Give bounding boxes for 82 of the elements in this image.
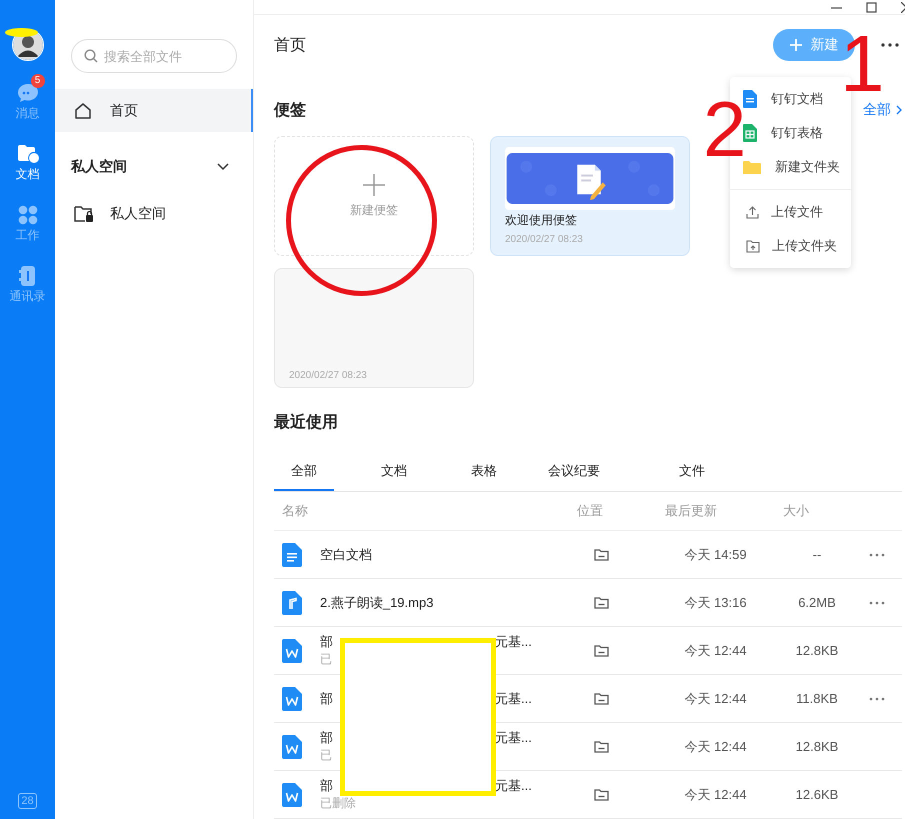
file-name[interactable]: 元基...	[495, 729, 532, 747]
file-name[interactable]: 2.燕子朗读_19.mp3	[320, 594, 434, 612]
page-title: 首页	[274, 36, 307, 56]
document-icon	[282, 542, 302, 566]
search-field[interactable]: 搜索全部文件	[71, 39, 237, 73]
section-title: 最近使用	[274, 412, 339, 433]
view-all-link[interactable]: 全部	[863, 101, 902, 119]
word-file-icon	[282, 686, 302, 710]
table-cell-text: 12.6KB	[794, 787, 840, 802]
table-cell-text: --	[812, 547, 822, 562]
file-name[interactable]: 元基...	[495, 777, 532, 795]
menu-item[interactable]: 上传文件	[730, 195, 851, 229]
file-name[interactable]: 部	[320, 690, 333, 708]
table-cell-text: 今天 12:44	[683, 642, 748, 660]
section-title: 便签	[274, 100, 306, 120]
file-name[interactable]: 部	[320, 729, 333, 747]
more-icon[interactable]	[881, 43, 899, 47]
annotation-number: 2	[703, 90, 746, 168]
word-file-icon	[282, 734, 302, 758]
table-cell-text: 今天 12:44	[683, 738, 748, 756]
table-cell-text: 今天 13:16	[683, 594, 748, 612]
nav-item[interactable]: 文档	[16, 142, 40, 183]
folder-icon	[16, 144, 38, 164]
chevron-icon	[217, 163, 229, 171]
folder-icon[interactable]	[594, 596, 609, 608]
search-icon	[84, 49, 98, 63]
file-status: 已	[320, 651, 333, 668]
music-file-icon	[282, 590, 302, 614]
sidebar-item[interactable]: 首页	[55, 89, 253, 132]
table-cell-text: 12.8KB	[794, 739, 840, 754]
chat-icon	[16, 83, 38, 103]
menu-item[interactable]: 上传文件夹	[730, 229, 851, 263]
table-cell-text: 11.8KB	[795, 691, 839, 706]
section-header[interactable]: 私人空间	[55, 132, 253, 192]
file-name[interactable]: 空白文档	[320, 546, 372, 564]
note-date: 2020/02/27 08:23	[289, 370, 368, 381]
upload-icon	[746, 206, 759, 218]
table-cell-text: 6.2MB	[797, 595, 837, 610]
plus-icon	[790, 39, 802, 51]
card-label: 新建便签	[350, 202, 398, 218]
table-cell-text: 今天 14:59	[683, 546, 748, 564]
file-status: 已删除	[320, 795, 357, 812]
folder-icon[interactable]	[594, 740, 609, 752]
note-date: 2020/02/27 08:23	[505, 234, 583, 245]
column-header: 位置	[576, 502, 604, 520]
column-header: 名称	[281, 502, 309, 520]
file-status: 已	[320, 747, 333, 764]
file-name[interactable]: 部	[320, 633, 333, 651]
folder-icon	[743, 160, 761, 174]
column-header: 最后更新	[664, 502, 718, 520]
table-cell-text: 12.8KB	[794, 643, 840, 658]
table-cell-text: 今天 12:44	[683, 786, 748, 804]
locked-folder-icon	[74, 204, 94, 222]
folder-icon[interactable]	[594, 644, 609, 656]
home-icon	[74, 102, 92, 120]
chevron-icon	[896, 105, 902, 115]
sidebar-item[interactable]: 私人空间	[55, 192, 253, 235]
spreadsheet-icon	[743, 124, 757, 142]
document-icon	[743, 90, 757, 108]
file-name[interactable]: 元基...	[495, 633, 532, 651]
folder-upload-icon	[746, 240, 760, 252]
filter-tab[interactable]: 会议纪要	[544, 453, 604, 491]
maximize-icon[interactable]	[866, 2, 877, 12]
contacts-icon	[18, 266, 36, 286]
word-file-icon	[282, 782, 302, 806]
filter-tab[interactable]: 全部	[274, 453, 334, 491]
note-card[interactable]: 欢迎使用便签 2020/02/27 08:23	[490, 136, 690, 256]
word-file-icon	[282, 638, 302, 662]
grid-icon	[18, 205, 38, 225]
filter-tab[interactable]: 表格	[454, 453, 514, 491]
plus-icon	[363, 174, 385, 196]
filter-tab[interactable]: 文档	[364, 453, 424, 491]
table-cell-text: 今天 12:44	[683, 690, 748, 708]
folder-icon[interactable]	[594, 692, 609, 704]
filter-tab[interactable]: 文件	[662, 453, 722, 491]
column-header: 大小	[782, 502, 810, 520]
unread-badge: 5	[30, 74, 44, 88]
folder-icon[interactable]	[594, 788, 609, 800]
file-name[interactable]: 元基...	[495, 690, 532, 708]
folder-icon[interactable]	[594, 548, 609, 560]
file-name[interactable]: 部	[320, 777, 333, 795]
note-title: 欢迎使用便签	[505, 212, 577, 229]
